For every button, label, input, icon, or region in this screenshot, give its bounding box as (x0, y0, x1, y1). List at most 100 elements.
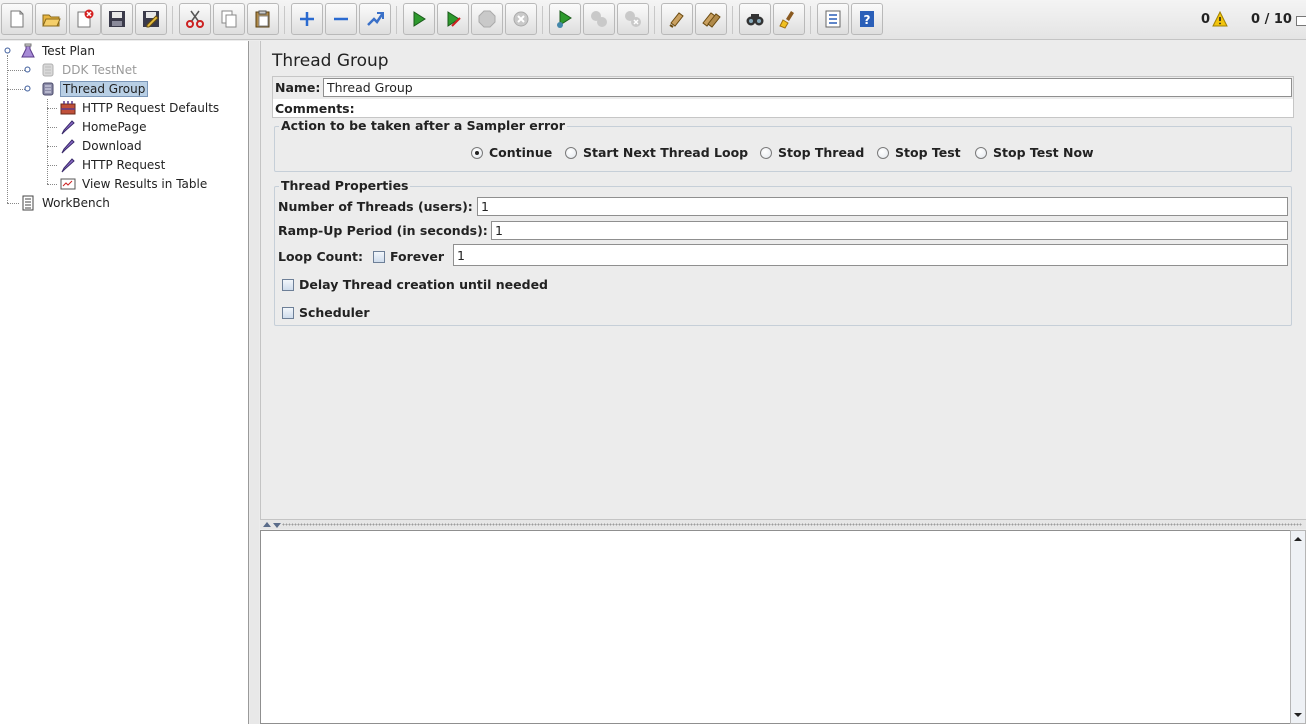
comments-row: Comments: (273, 99, 1293, 117)
new-button[interactable] (1, 3, 33, 35)
collapse-icon (334, 17, 348, 21)
save-as-icon (143, 11, 159, 28)
delay-thread-creation-checkbox[interactable]: Delay Thread creation until needed (282, 277, 548, 292)
clear-button[interactable] (661, 3, 693, 35)
radio-stop-test[interactable]: Stop Test (877, 145, 961, 160)
cut-button[interactable] (179, 3, 211, 35)
vertical-splitter[interactable] (250, 41, 259, 724)
test-plan-icon (21, 43, 35, 58)
toolbar-separator (542, 6, 543, 34)
checkbox[interactable] (282, 278, 294, 291)
expand-all-button[interactable] (291, 3, 323, 35)
collapse-all-button[interactable] (325, 3, 357, 35)
main-toolbar: ? 0 0 / 10 (0, 0, 1306, 40)
save-button[interactable] (101, 3, 133, 35)
radio-stop-thread[interactable]: Stop Thread (760, 145, 864, 160)
radio-button[interactable] (565, 146, 577, 159)
rampup-input[interactable]: 1 (491, 221, 1288, 240)
sampler-icon (61, 120, 75, 135)
radio-start-next-thread-loop[interactable]: Start Next Thread Loop (565, 145, 748, 160)
sampler-error-title: Action to be taken after a Sampler error (279, 118, 567, 133)
loop-count-input[interactable]: 1 (453, 244, 1288, 266)
shutdown-icon (513, 11, 529, 27)
toggle-button[interactable] (359, 3, 391, 35)
start-button[interactable] (403, 3, 435, 35)
close-file-icon (77, 9, 94, 28)
radio-button[interactable] (471, 146, 483, 159)
tree-item-thread-group[interactable]: Thread Group (40, 80, 149, 98)
log-viewer-toggle-icon[interactable] (1296, 16, 1306, 26)
reset-search-icon (779, 11, 794, 29)
copy-button[interactable] (213, 3, 245, 35)
tree-expand-toggle[interactable] (24, 85, 31, 92)
open-icon (42, 14, 61, 27)
function-helper-icon (825, 10, 841, 28)
copy-icon (221, 10, 237, 28)
remote-shutdown-button[interactable] (617, 3, 649, 35)
splitter-grip (282, 523, 1302, 526)
log-scrollbar[interactable] (1290, 530, 1306, 724)
radio-continue[interactable]: Continue (471, 145, 552, 160)
start-no-pauses-button[interactable] (437, 3, 469, 35)
scheduler-checkbox[interactable]: Scheduler (282, 305, 370, 320)
tree-item-ddk-testnet[interactable]: DDK TestNet (40, 61, 139, 79)
radio-button[interactable] (760, 146, 772, 159)
open-button[interactable] (35, 3, 67, 35)
remote-stop-button[interactable] (583, 3, 615, 35)
toolbar-separator (172, 6, 173, 34)
scroll-down-arrow-icon[interactable] (1292, 709, 1304, 721)
shutdown-button[interactable] (505, 3, 537, 35)
horizontal-splitter[interactable] (260, 519, 1306, 529)
log-text-area[interactable] (260, 530, 1291, 724)
toolbar-separator (284, 6, 285, 34)
thread-group-editor: Thread Group Name: Thread Group Comments… (260, 41, 1306, 519)
clear-all-button[interactable] (695, 3, 727, 35)
function-helper-button[interactable] (817, 3, 849, 35)
comments-input[interactable] (355, 99, 1293, 117)
thread-group-icon (42, 63, 54, 77)
toolbar-separator (732, 6, 733, 34)
tree-item-homepage[interactable]: HomePage (60, 118, 149, 136)
threads-input[interactable]: 1 (477, 197, 1288, 216)
radio-button[interactable] (877, 146, 889, 159)
search-button[interactable] (739, 3, 771, 35)
tree-connector (47, 184, 57, 185)
tree-connector (47, 99, 48, 184)
workbench-icon (22, 195, 34, 211)
radio-button[interactable] (975, 146, 987, 159)
close-button[interactable] (69, 3, 101, 35)
tree-item-view-results-in-table[interactable]: View Results in Table (60, 175, 209, 193)
forever-checkbox[interactable]: Forever (373, 249, 444, 264)
tree-connector (47, 165, 57, 166)
tree-item-http-request-defaults[interactable]: HTTP Request Defaults (60, 99, 221, 117)
reset-search-button[interactable] (773, 3, 805, 35)
toolbar-separator (396, 6, 397, 34)
clear-all-icon (702, 12, 721, 28)
checkbox[interactable] (373, 250, 385, 263)
checkbox[interactable] (282, 306, 294, 319)
loop-count-label: Loop Count: (278, 249, 363, 264)
name-label: Name: (275, 80, 321, 95)
tree-item-test-plan[interactable]: Test Plan (20, 42, 97, 60)
save-as-button[interactable] (135, 3, 167, 35)
tree-expand-toggle[interactable] (4, 47, 11, 54)
help-button[interactable]: ? (851, 3, 883, 35)
tree-expand-toggle[interactable] (24, 66, 31, 73)
warning-icon[interactable] (1212, 11, 1228, 27)
scroll-up-arrow-icon[interactable] (1292, 533, 1304, 545)
radio-stop-test-now[interactable]: Stop Test Now (975, 145, 1094, 160)
start-icon (413, 11, 426, 27)
tree-item-workbench[interactable]: WorkBench (20, 194, 112, 212)
remote-start-icon (557, 10, 572, 28)
paste-button[interactable] (247, 3, 279, 35)
expand-up-arrow-icon[interactable] (263, 522, 271, 527)
tree-item-http-request[interactable]: HTTP Request (60, 156, 167, 174)
remote-start-button[interactable] (549, 3, 581, 35)
name-input[interactable]: Thread Group (323, 78, 1292, 97)
tree-item-download[interactable]: Download (60, 137, 144, 155)
expand-down-arrow-icon[interactable] (273, 523, 281, 528)
tree-connector (7, 55, 8, 203)
stop-button[interactable] (471, 3, 503, 35)
page-title: Thread Group (272, 51, 389, 71)
config-element-icon (60, 101, 76, 115)
